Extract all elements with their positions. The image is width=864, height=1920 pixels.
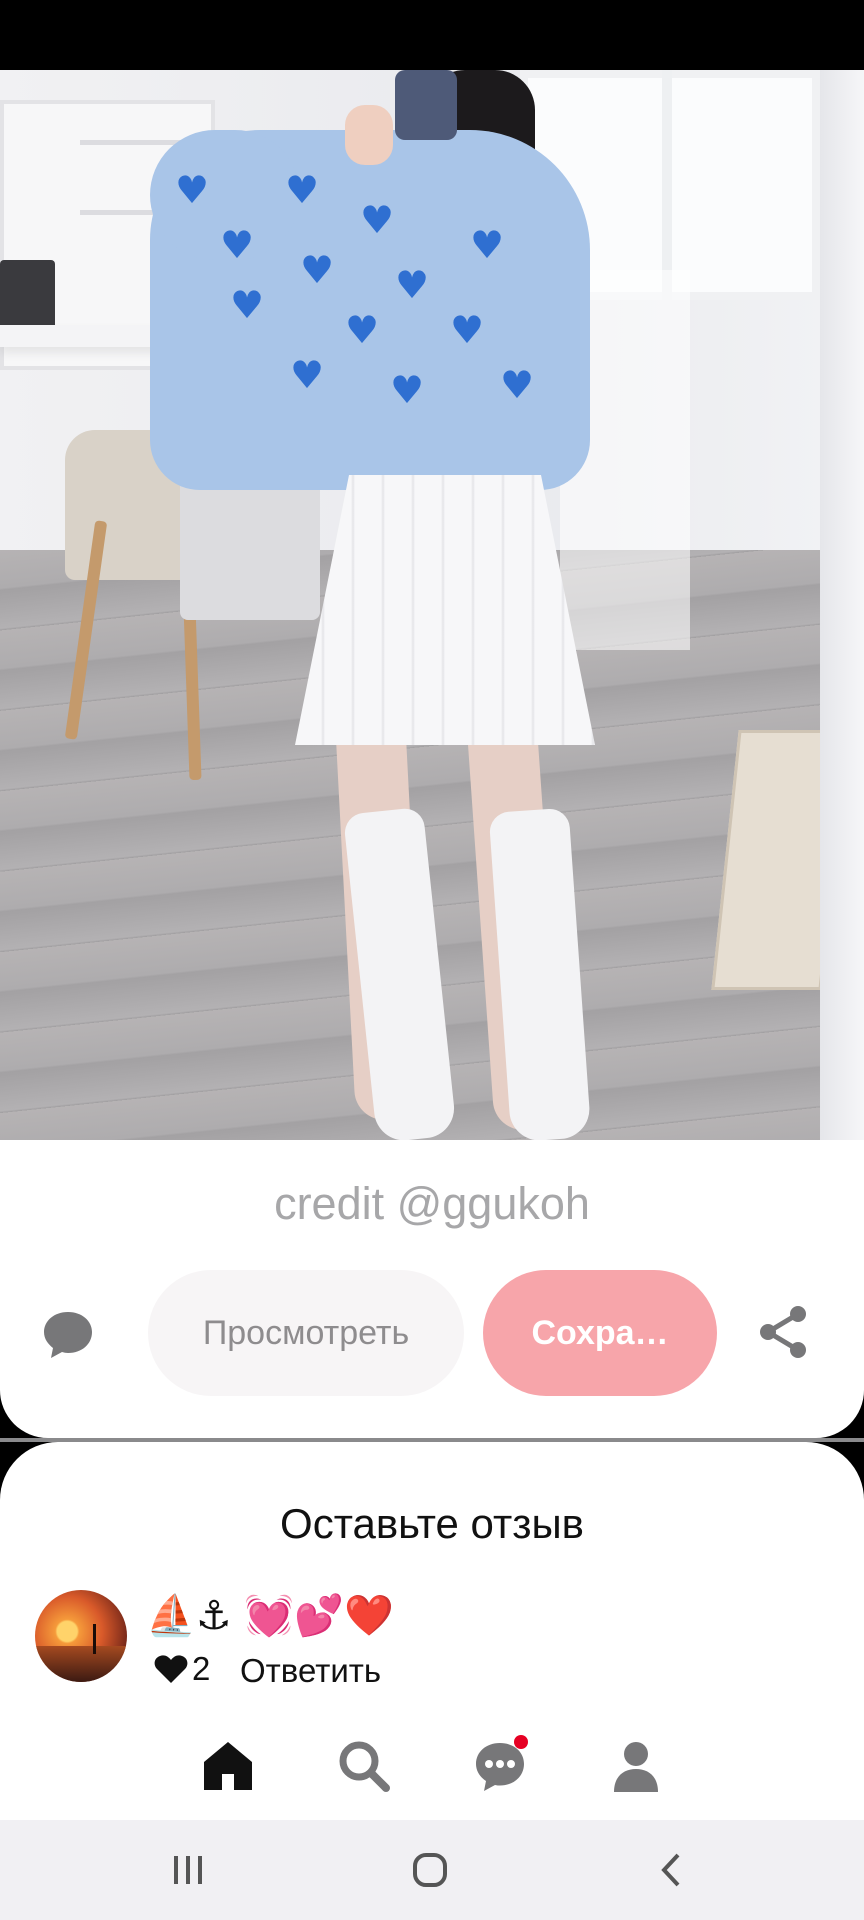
like-count: 2 [192,1650,211,1687]
like-button[interactable]: 2 [154,1650,210,1688]
reply-button[interactable]: Ответить [240,1652,381,1690]
share-icon[interactable] [756,1304,812,1360]
recent-apps-icon[interactable] [168,1850,208,1890]
bottom-nav [0,1720,864,1820]
home-circle-icon[interactable] [410,1850,450,1890]
comment-text: ⛵⚓ 💓💕❤️ [146,1593,394,1639]
pin-description: credit @ggukoh [274,1178,590,1229]
avatar[interactable] [35,1590,127,1682]
back-icon[interactable] [652,1850,692,1890]
system-navigation-bar [0,1820,864,1920]
pin-image[interactable]: ♥ ♥ ♥ ♥ ♥ ♥ ♥ ♥ ♥ ♥ ♥ ♥ ♥ [0,70,864,1140]
pin-action-sheet: credit @ggukoh Просмотреть Сохра… [0,1140,864,1438]
notification-dot [514,1735,528,1749]
save-button[interactable]: Сохра… [483,1270,717,1396]
heart-icon [154,1655,188,1683]
profile-icon[interactable] [608,1738,664,1794]
status-bar [0,0,864,70]
view-button[interactable]: Просмотреть [148,1270,464,1396]
home-icon[interactable] [200,1738,256,1794]
search-icon[interactable] [336,1738,392,1794]
comments-title: Оставьте отзыв [280,1500,584,1547]
chat-bubble-icon[interactable] [40,1306,96,1362]
